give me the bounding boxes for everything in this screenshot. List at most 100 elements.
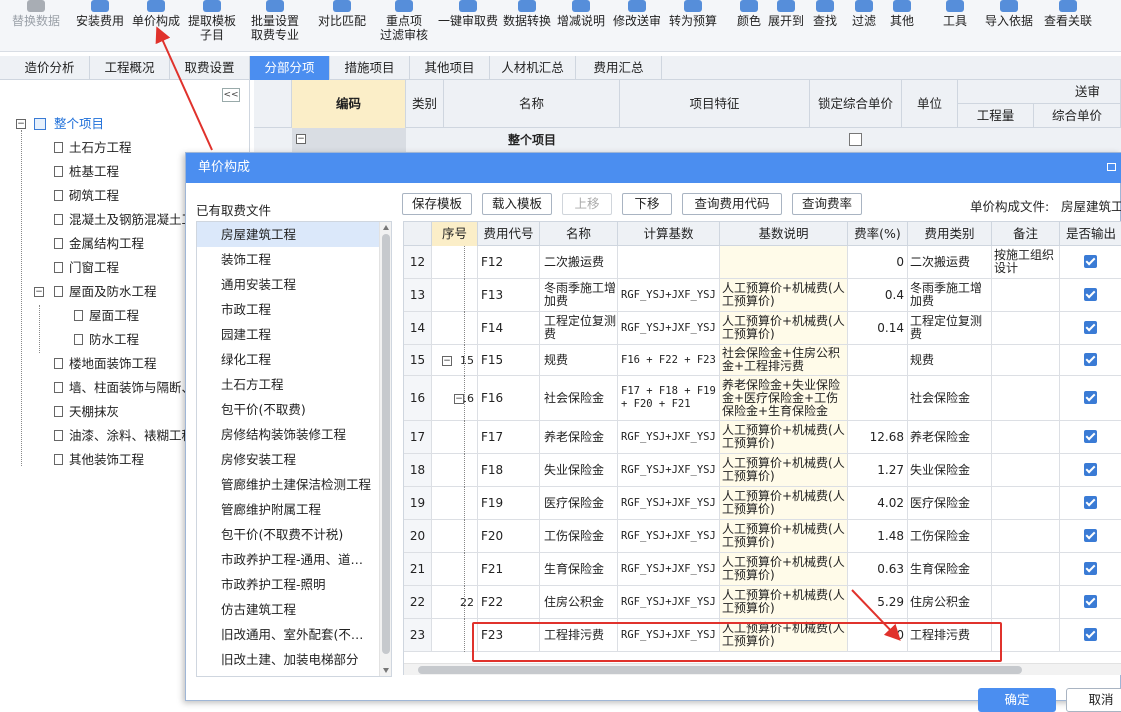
row-note[interactable] (992, 586, 1060, 618)
fee-file-item[interactable]: 旧改土建、加装电梯部分 (197, 647, 379, 672)
find-button[interactable]: 查找 (810, 0, 840, 52)
row-category[interactable]: 冬雨季施工增加费 (908, 279, 992, 311)
tab-7[interactable]: 费用汇总 (576, 56, 662, 80)
query-rate-button[interactable]: 查询费率 (792, 193, 862, 215)
modify-submit-button[interactable]: 修改送审 (610, 0, 664, 52)
row-base[interactable]: RGF_YSJ+JXF_YSJ (618, 487, 720, 519)
row-note[interactable] (992, 279, 1060, 311)
header-base-desc[interactable]: 基数说明 (720, 222, 848, 246)
row-seq[interactable] (432, 312, 478, 344)
header-quantity[interactable]: 工程量 (958, 104, 1034, 128)
row-output[interactable] (1060, 345, 1121, 375)
row-output[interactable] (1060, 553, 1121, 585)
row-output[interactable] (1060, 619, 1121, 651)
import-basis-button[interactable]: 导入依据 (984, 0, 1034, 52)
header-base[interactable]: 计算基数 (618, 222, 720, 246)
checkbox-checked-icon[interactable] (1084, 496, 1097, 509)
to-budget-button[interactable]: 转为预算 (666, 0, 720, 52)
tab-2[interactable]: 取费设置 (170, 56, 250, 80)
fee-row[interactable]: 12 F12 二次搬运费 0 二次搬运费 按施工组织设计 (404, 246, 1121, 279)
tree-item[interactable]: 金属结构工程 (54, 233, 144, 255)
row-output[interactable] (1060, 279, 1121, 311)
header-fee-code[interactable]: 费用代号 (478, 222, 540, 246)
header-unit[interactable]: 单位 (902, 80, 958, 128)
fee-file-item[interactable]: 旧改通用、室外配套(不… (197, 622, 379, 647)
fee-file-item[interactable]: 市政养护工程-通用、道… (197, 547, 379, 572)
fee-file-item[interactable]: 仿古建筑工程 (197, 597, 379, 622)
maximize-icon[interactable] (1107, 163, 1116, 171)
row-name[interactable]: 生育保险金 (540, 553, 618, 585)
header-name[interactable]: 名称 (540, 222, 618, 246)
row-category[interactable]: 生育保险金 (908, 553, 992, 585)
install-fee-button[interactable]: 安装费用 (74, 0, 126, 52)
fee-row[interactable]: 14 F14 工程定位复测费 RGF_YSJ+JXF_YSJ 人工预算价+机械费(人工预… (404, 312, 1121, 345)
tab-5[interactable]: 其他项目 (410, 56, 490, 80)
row-fee-code[interactable]: F13 (478, 279, 540, 311)
row-seq[interactable]: 15 (432, 345, 478, 375)
row-output[interactable] (1060, 586, 1121, 618)
filter-button[interactable]: 过滤 (848, 0, 880, 52)
collapse-icon[interactable]: − (442, 355, 452, 366)
tree-item[interactable]: 砌筑工程 (54, 185, 119, 207)
row-name[interactable]: 冬雨季施工增加费 (540, 279, 618, 311)
row-rate[interactable]: 5.29 (848, 586, 908, 618)
row-name[interactable]: 工伤保险金 (540, 520, 618, 552)
fee-file-item[interactable]: 市政工程 (197, 297, 379, 322)
header-lock-price[interactable]: 锁定综合单价 (810, 80, 902, 128)
tree-item[interactable]: 墙、柱面装饰与隔断、 (54, 377, 194, 399)
row-fee-code[interactable]: F21 (478, 553, 540, 585)
row-category[interactable]: 规费 (908, 345, 992, 375)
row-note[interactable] (992, 345, 1060, 375)
expand-to-button[interactable]: 展开到 (766, 0, 806, 52)
row-output[interactable] (1060, 487, 1121, 519)
row-output[interactable] (1060, 421, 1121, 453)
tree-item[interactable]: 其他装饰工程 (54, 449, 144, 471)
row-rate[interactable]: 4.02 (848, 487, 908, 519)
other-button[interactable]: 其他 (886, 0, 918, 52)
tab-1[interactable]: 工程概况 (90, 56, 170, 80)
row-rate[interactable]: 0.4 (848, 279, 908, 311)
row-category[interactable]: 医疗保险金 (908, 487, 992, 519)
tab-3[interactable]: 分部分项 (250, 56, 330, 80)
row-output[interactable] (1060, 376, 1121, 420)
row-fee-code[interactable]: F22 (478, 586, 540, 618)
row-category[interactable]: 工伤保险金 (908, 520, 992, 552)
fee-file-item[interactable]: 装饰工程 (197, 247, 379, 272)
row-rate[interactable] (848, 345, 908, 375)
collapse-icon[interactable]: − (16, 119, 26, 129)
row-seq[interactable] (432, 279, 478, 311)
row-fee-code[interactable]: F18 (478, 454, 540, 486)
unit-price-button[interactable]: 单价构成 (128, 0, 184, 52)
header-name[interactable]: 名称 (444, 80, 620, 128)
save-template-button[interactable]: 保存模板 (402, 193, 472, 215)
row-note[interactable]: 按施工组织设计 (992, 246, 1060, 278)
tools-button[interactable]: 工具 (938, 0, 972, 52)
fee-row[interactable]: 19 F19 医疗保险金 RGF_YSJ+JXF_YSJ 人工预算价+机械费(人工预算价… (404, 487, 1121, 520)
load-template-button[interactable]: 载入模板 (482, 193, 552, 215)
row-seq[interactable] (432, 421, 478, 453)
query-fee-code-button[interactable]: 查询费用代码 (682, 193, 782, 215)
row-name[interactable]: 工程定位复测费 (540, 312, 618, 344)
move-up-button[interactable]: 上移 (562, 193, 612, 215)
fee-file-item[interactable]: 市政养护工程-照明 (197, 572, 379, 597)
row-category[interactable]: 住房公积金 (908, 586, 992, 618)
row-note[interactable] (992, 376, 1060, 420)
row-note[interactable] (992, 454, 1060, 486)
fee-file-item[interactable]: 管廊维护土建保洁检测工程 (197, 472, 379, 497)
row-note[interactable] (992, 553, 1060, 585)
data-convert-button[interactable]: 数据转换 (502, 0, 552, 52)
tree-root[interactable]: − 整个项目 (16, 113, 104, 135)
row-base[interactable] (618, 246, 720, 278)
row-rate[interactable]: 1.48 (848, 520, 908, 552)
row-category[interactable]: 工程定位复测费 (908, 312, 992, 344)
row-seq[interactable] (432, 520, 478, 552)
row-seq[interactable] (432, 246, 478, 278)
header-rate[interactable]: 费率(%) (848, 222, 908, 246)
file-list-scrollbar[interactable] (379, 222, 391, 676)
fee-file-item[interactable]: 包干价(不取费) (197, 397, 379, 422)
header-seq[interactable]: 序号 (432, 222, 478, 246)
checkbox-checked-icon[interactable] (1084, 562, 1097, 575)
fee-row[interactable]: 17 F17 养老保险金 RGF_YSJ+JXF_YSJ 人工预算价+机械费(人工预算价… (404, 421, 1121, 454)
row-base[interactable]: RGF_YSJ+JXF_YSJ (618, 421, 720, 453)
row-note[interactable] (992, 312, 1060, 344)
